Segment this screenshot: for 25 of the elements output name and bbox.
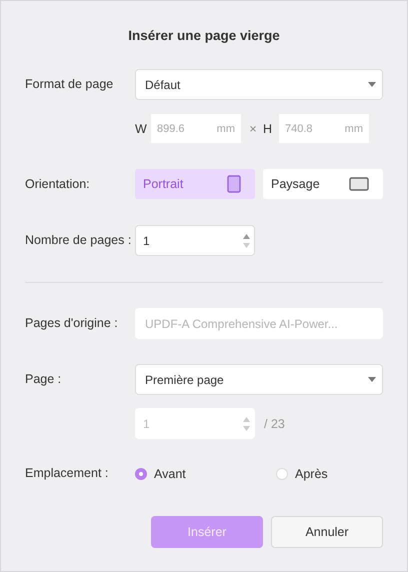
- dialog-title: Insérer une page vierge: [127, 27, 281, 41]
- times-sign: ×: [248, 122, 258, 136]
- height-label: H: [263, 122, 274, 136]
- page-format-select[interactable]: Défaut: [135, 69, 383, 100]
- cancel-button[interactable]: Annuler: [271, 516, 383, 548]
- field-label: Nombre de pages :: [25, 232, 132, 249]
- portrait-page-icon: [227, 175, 241, 193]
- field-label: Pages d'origine :: [25, 315, 119, 332]
- spinner-icon: [243, 416, 250, 432]
- field-label: Format de page: [25, 76, 114, 93]
- placement-radio[interactable]: Après: [276, 466, 376, 480]
- page-select[interactable]: Première page: [135, 364, 383, 395]
- field-label: Emplacement :: [25, 465, 110, 482]
- page-count-field[interactable]: 1: [135, 225, 255, 256]
- landscape-page-icon: [349, 177, 369, 191]
- placement-radio[interactable]: Avant: [135, 466, 276, 480]
- width-label: W: [135, 122, 148, 136]
- caret-icon: [368, 82, 376, 87]
- orientation-option[interactable]: Portrait: [135, 169, 255, 199]
- orientation-option[interactable]: Paysage: [263, 169, 383, 199]
- field-label: Orientation:: [25, 176, 91, 192]
- caret-icon: [368, 377, 376, 382]
- field-label: Page :: [25, 371, 62, 388]
- spinner-icon: [243, 232, 250, 248]
- page-total: / 23: [264, 416, 285, 430]
